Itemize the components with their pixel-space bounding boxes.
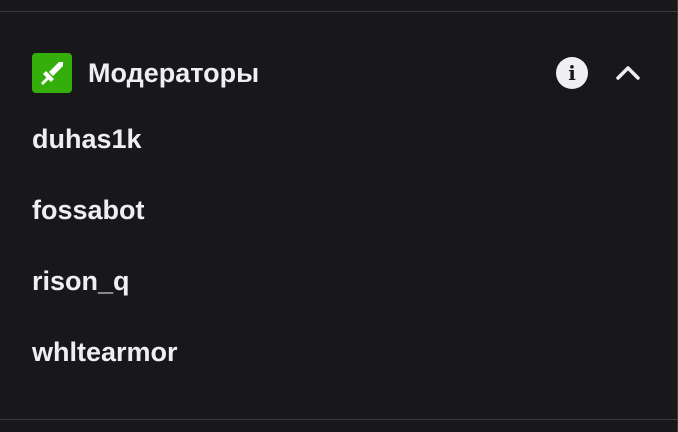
moderator-list: duhas1k fossabot rison_q whltearmor <box>32 116 632 400</box>
info-icon: i <box>568 61 576 85</box>
top-divider <box>0 11 677 12</box>
moderator-item[interactable]: duhas1k <box>32 116 632 187</box>
bottom-divider <box>0 419 677 420</box>
moderator-item[interactable]: fossabot <box>32 187 632 258</box>
moderator-item[interactable]: whltearmor <box>32 329 632 400</box>
moderators-panel: Модераторы i duhas1k fossabot rison_q wh… <box>0 0 678 432</box>
chevron-up-icon <box>616 66 640 80</box>
moderators-section-header: Модераторы i <box>32 53 644 93</box>
moderator-badge <box>32 53 72 93</box>
moderator-item[interactable]: rison_q <box>32 258 632 329</box>
collapse-button[interactable] <box>612 57 644 89</box>
sword-icon <box>41 62 63 85</box>
info-button[interactable]: i <box>556 57 588 89</box>
section-title: Модераторы <box>88 58 260 88</box>
